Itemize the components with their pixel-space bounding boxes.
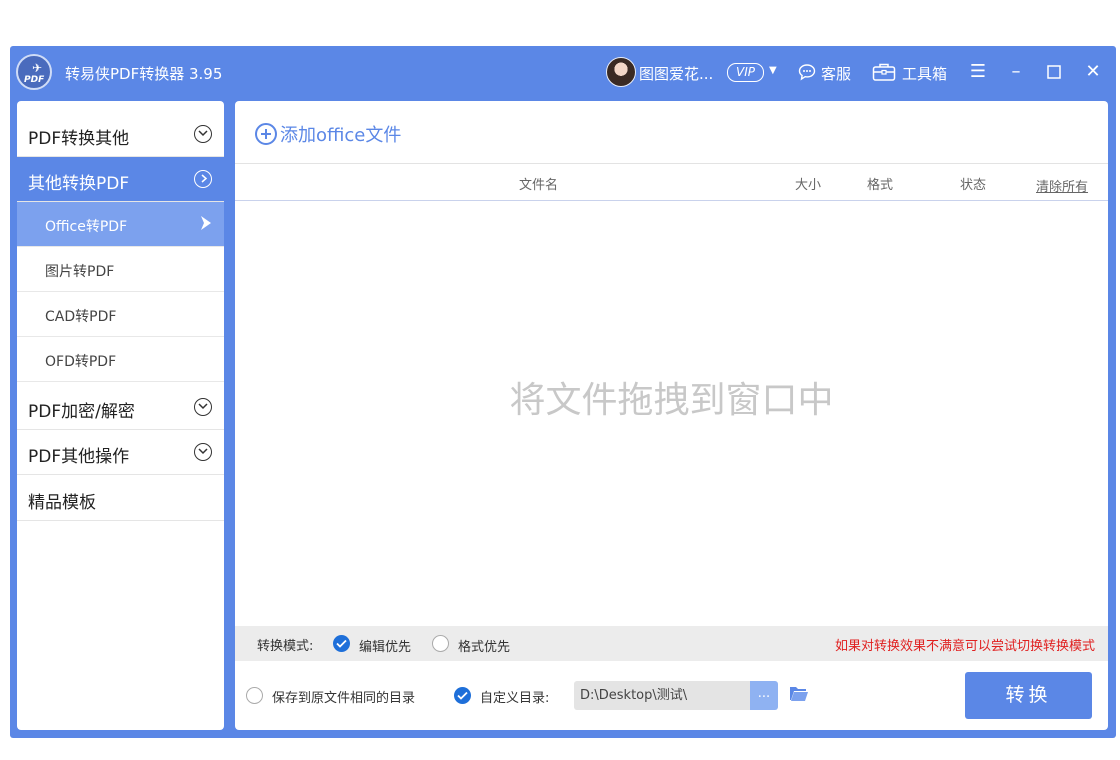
sidebar-group-label: 精品模板 bbox=[28, 493, 96, 513]
sidebar-group-pdf-to-other[interactable]: PDF转换其他 bbox=[17, 112, 224, 157]
chevron-down-icon bbox=[194, 125, 212, 143]
app-title: 转易侠PDF转换器 3.95 bbox=[65, 65, 223, 83]
sidebar-group-pdf-encrypt[interactable]: PDF加密/解密 bbox=[17, 385, 224, 430]
sidebar-group-label: PDF转换其他 bbox=[28, 129, 130, 149]
same-dir-label[interactable]: 保存到原文件相同的目录 bbox=[272, 687, 415, 706]
logo-text: PDF bbox=[24, 75, 45, 85]
format-priority-radio[interactable] bbox=[432, 635, 449, 652]
custom-dir-label[interactable]: 自定义目录: bbox=[480, 687, 549, 706]
sidebar-item-image-to-pdf[interactable]: 图片转PDF bbox=[17, 247, 224, 292]
format-priority-label[interactable]: 格式优先 bbox=[458, 636, 510, 655]
sidebar-group-templates[interactable]: 精品模板 bbox=[17, 476, 224, 521]
plus-circle-icon bbox=[255, 123, 277, 145]
chevron-right-icon bbox=[194, 170, 212, 188]
add-office-file-button[interactable]: 添加office文件 bbox=[255, 121, 401, 147]
column-filename: 文件名 bbox=[519, 178, 559, 193]
custom-dir-radio[interactable] bbox=[454, 687, 471, 704]
output-bar: 保存到原文件相同的目录 自定义目录: D:\Desktop\测试\ ... 转换 bbox=[235, 661, 1108, 730]
plane-icon: ✈ bbox=[32, 61, 43, 75]
sidebar-group-pdf-other-ops[interactable]: PDF其他操作 bbox=[17, 430, 224, 475]
sidebar-group-label: PDF加密/解密 bbox=[28, 402, 135, 422]
drop-zone-hint[interactable]: 将文件拖拽到窗口中 bbox=[235, 371, 1108, 423]
sidebar-item-label: 图片转PDF bbox=[45, 264, 115, 280]
chevron-down-icon[interactable]: ▼ bbox=[769, 65, 777, 76]
column-size: 大小 bbox=[795, 178, 822, 193]
sidebar-group-label: PDF其他操作 bbox=[28, 447, 130, 467]
service-button[interactable]: 客服 bbox=[821, 63, 851, 84]
mode-tip: 如果对转换效果不满意可以尝试切换转换模式 bbox=[835, 639, 1096, 654]
chevron-down-icon bbox=[194, 398, 212, 416]
convert-mode-bar: 转换模式: 编辑优先 格式优先 如果对转换效果不满意可以尝试切换转换模式 bbox=[235, 626, 1108, 661]
app-logo: ✈ PDF bbox=[16, 54, 52, 90]
main-panel: 添加office文件 文件名 大小 格式 状态 清除所有 将文件拖拽到窗口中 转… bbox=[235, 101, 1108, 730]
column-format: 格式 bbox=[867, 178, 894, 193]
chevron-down-icon bbox=[194, 443, 212, 461]
toolbox-button[interactable]: 工具箱 bbox=[902, 63, 947, 84]
toolbox-icon[interactable] bbox=[872, 62, 896, 86]
same-dir-radio[interactable] bbox=[246, 687, 263, 704]
sidebar-item-label: CAD转PDF bbox=[45, 309, 117, 325]
sidebar-group-label: 其他转换PDF bbox=[28, 174, 130, 194]
convert-button[interactable]: 转换 bbox=[965, 672, 1092, 719]
edit-priority-label[interactable]: 编辑优先 bbox=[359, 636, 411, 655]
sidebar-item-office-to-pdf[interactable]: Office转PDF bbox=[17, 202, 224, 247]
username[interactable]: 图图爱花... bbox=[639, 63, 713, 84]
sidebar-item-ofd-to-pdf[interactable]: OFD转PDF bbox=[17, 337, 224, 382]
chat-icon[interactable] bbox=[798, 63, 816, 85]
menu-icon[interactable]: ☰ bbox=[965, 59, 991, 85]
avatar[interactable] bbox=[606, 57, 636, 87]
sidebar-item-label: OFD转PDF bbox=[45, 354, 117, 370]
convert-mode-label: 转换模式: bbox=[257, 639, 314, 654]
output-path-field[interactable]: D:\Desktop\测试\ bbox=[574, 681, 750, 710]
browse-button[interactable]: ... bbox=[750, 681, 778, 710]
arrow-right-icon bbox=[200, 215, 212, 235]
edit-priority-radio[interactable] bbox=[333, 635, 350, 652]
vip-badge[interactable]: VIP bbox=[727, 63, 764, 82]
sidebar-item-cad-to-pdf[interactable]: CAD转PDF bbox=[17, 292, 224, 337]
clear-all-link[interactable]: 清除所有 bbox=[1036, 176, 1088, 195]
add-office-file-label: 添加office文件 bbox=[280, 125, 402, 146]
app-window: ✈ PDF 转易侠PDF转换器 3.95 图图爱花... VIP ▼ 客服 工具… bbox=[10, 46, 1116, 738]
sidebar-group-other-to-pdf[interactable]: 其他转换PDF bbox=[17, 157, 224, 202]
folder-open-icon[interactable] bbox=[789, 685, 809, 706]
maximize-icon[interactable] bbox=[1041, 59, 1067, 87]
column-status: 状态 bbox=[960, 178, 987, 193]
sidebar: PDF转换其他 其他转换PDF Office转PDF 图片转PDF CAD转PD… bbox=[17, 101, 224, 730]
close-icon[interactable]: ✕ bbox=[1080, 59, 1106, 85]
sidebar-item-label: Office转PDF bbox=[45, 219, 128, 235]
minimize-icon[interactable]: – bbox=[1003, 59, 1029, 85]
file-table-header: 文件名 大小 格式 状态 清除所有 bbox=[235, 163, 1108, 201]
